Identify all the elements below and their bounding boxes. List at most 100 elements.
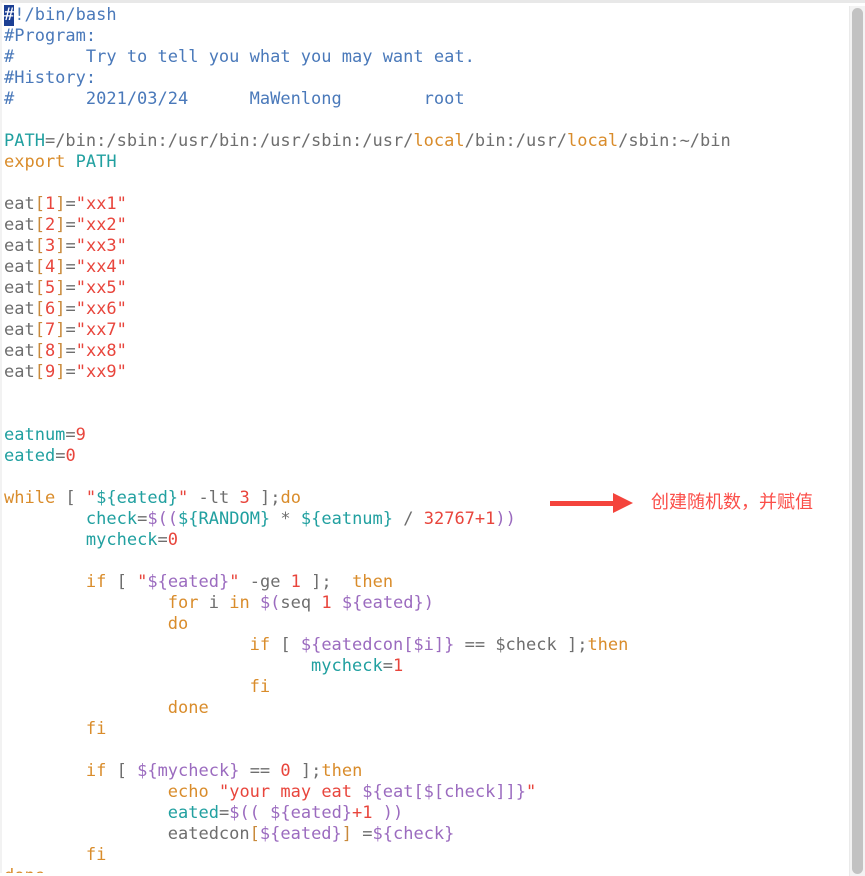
token-num: 5 <box>44 278 56 298</box>
token-str: "xx4" <box>75 257 127 277</box>
code-line-3[interactable]: # Try to tell you what you may want eat. <box>4 47 850 68</box>
token-plain: == $check ]; <box>454 635 588 655</box>
token-num: +1 <box>352 803 373 823</box>
code-line-22[interactable]: eated=0 <box>4 446 850 467</box>
code-line-25[interactable]: check=$((${RANDOM} * ${eatnum} / 32767+1… <box>4 509 850 530</box>
token-plain: eat <box>4 362 35 382</box>
token-plain: * <box>270 509 301 529</box>
code-line-11[interactable]: eat[2]="xx2" <box>4 215 850 236</box>
code-line-29[interactable]: for i in $(seq 1 ${eated}) <box>4 593 850 614</box>
code-line-12[interactable]: eat[3]="xx3" <box>4 236 850 257</box>
token-plain: = <box>65 194 76 214</box>
code-line-32[interactable]: mycheck=1 <box>4 656 850 677</box>
code-editor-surface[interactable]: #!/bin/bash #Program: # Try to tell you wh… <box>2 3 850 873</box>
token-plain: = <box>218 803 230 823</box>
code-line-1[interactable]: #!/bin/bash <box>4 5 850 26</box>
code-line-39[interactable]: eated=$(( ${eated}+1 )) <box>4 803 850 824</box>
token-subst: ${eated} <box>270 803 353 823</box>
token-plain: [ <box>270 635 301 655</box>
token-str: "xx5" <box>75 278 127 298</box>
token-str: "xx1" <box>75 194 127 214</box>
token-var: PATH <box>4 131 45 151</box>
token-bracket: ] <box>55 236 66 256</box>
token-kw: if <box>249 635 271 655</box>
code-line-19[interactable] <box>4 383 850 404</box>
code-line-23[interactable] <box>4 467 850 488</box>
token-str: "xx2" <box>75 215 127 235</box>
code-line-13[interactable]: eat[4]="xx4" <box>4 257 850 278</box>
token-subst: ${eated} <box>147 572 230 592</box>
code-line-4[interactable]: #History: <box>4 68 850 89</box>
code-line-16[interactable]: eat[7]="xx7" <box>4 320 850 341</box>
code-line-31[interactable]: if [ ${eatedcon[$i]} == $check ];then <box>4 635 850 656</box>
token-kw: fi <box>249 677 271 697</box>
token-subst: ${eatedcon[$i]} <box>300 635 455 655</box>
token-plain: i <box>198 593 230 613</box>
code-line-33[interactable]: fi <box>4 677 850 698</box>
token-plain: -ge <box>239 572 291 592</box>
code-line-36[interactable] <box>4 740 850 761</box>
code-line-24[interactable]: while [ "${eated}" -lt 3 ];do <box>4 488 850 509</box>
code-line-15[interactable]: eat[6]="xx6" <box>4 299 850 320</box>
token-kw: do <box>280 488 301 508</box>
code-line-5[interactable]: # 2021/03/24 MaWenlong root <box>4 89 850 110</box>
vertical-scrollbar[interactable] <box>849 6 865 876</box>
token-plain: /sbin:~/bin <box>618 131 731 151</box>
code-line-30[interactable]: do <box>4 614 850 635</box>
token-plain: = <box>137 509 148 529</box>
token-num: 0 <box>65 446 76 466</box>
code-line-10[interactable]: eat[1]="xx1" <box>4 194 850 215</box>
token-plain: [ <box>106 572 138 592</box>
code-line-41[interactable]: fi <box>4 845 850 866</box>
token-str: " <box>526 782 537 802</box>
token-var: eated <box>167 803 219 823</box>
token-plain: seq <box>280 593 322 613</box>
token-num: 0 <box>280 761 291 781</box>
token-comment: !/bin/bash <box>14 5 117 25</box>
token-num: 2 <box>44 215 56 235</box>
token-var: eatnum <box>4 425 66 445</box>
code-line-34[interactable]: done <box>4 698 850 719</box>
code-line-2[interactable]: #Program: <box>4 26 850 47</box>
code-line-9[interactable] <box>4 173 850 194</box>
code-line-40[interactable]: eatedcon[${eated}] =${check} <box>4 824 850 845</box>
code-line-38[interactable]: echo "your may eat ${eat[$[check]]}" <box>4 782 850 803</box>
code-line-18[interactable]: eat[9]="xx9" <box>4 362 850 383</box>
token-var: ${eatnum} <box>300 509 394 529</box>
code-line-21[interactable]: eatnum=9 <box>4 425 850 446</box>
token-plain: = <box>65 215 76 235</box>
token-bracket: [ <box>34 320 45 340</box>
code-line-35[interactable]: fi <box>4 719 850 740</box>
token-kw: while <box>4 488 56 508</box>
token-subst: ${eat[$[check]]} <box>362 782 527 802</box>
code-line-7[interactable]: PATH=/bin:/sbin:/usr/bin:/usr/sbin:/usr/… <box>4 131 850 152</box>
code-line-6[interactable] <box>4 110 850 131</box>
code-line-42[interactable]: done <box>4 866 850 873</box>
token-plain: / <box>393 509 424 529</box>
code-line-28[interactable]: if [ "${eated}" -ge 1 ]; then <box>4 572 850 593</box>
code-line-8[interactable]: export PATH <box>4 152 850 173</box>
token-num: 9 <box>44 362 56 382</box>
code-line-17[interactable]: eat[8]="xx8" <box>4 341 850 362</box>
token-comment: # Try to tell you what you may want eat. <box>4 47 475 67</box>
token-kw: in <box>229 593 250 613</box>
vertical-scrollbar-thumb[interactable] <box>852 8 863 874</box>
token-bracket: [ <box>34 341 45 361</box>
code-line-26[interactable]: mycheck=0 <box>4 530 850 551</box>
token-subst: )) <box>372 803 404 823</box>
code-line-27[interactable] <box>4 551 850 572</box>
token-var: ${RANDOM} <box>178 509 271 529</box>
code-line-20[interactable] <box>4 404 850 425</box>
token-bracket: ] <box>55 299 66 319</box>
token-plain: = <box>55 446 66 466</box>
token-kw: done <box>167 698 209 718</box>
code-line-14[interactable]: eat[5]="xx5" <box>4 278 850 299</box>
token-kw: then <box>321 761 363 781</box>
code-line-37[interactable]: if [ ${mycheck} == 0 ];then <box>4 761 850 782</box>
token-plain: eat <box>4 194 35 214</box>
